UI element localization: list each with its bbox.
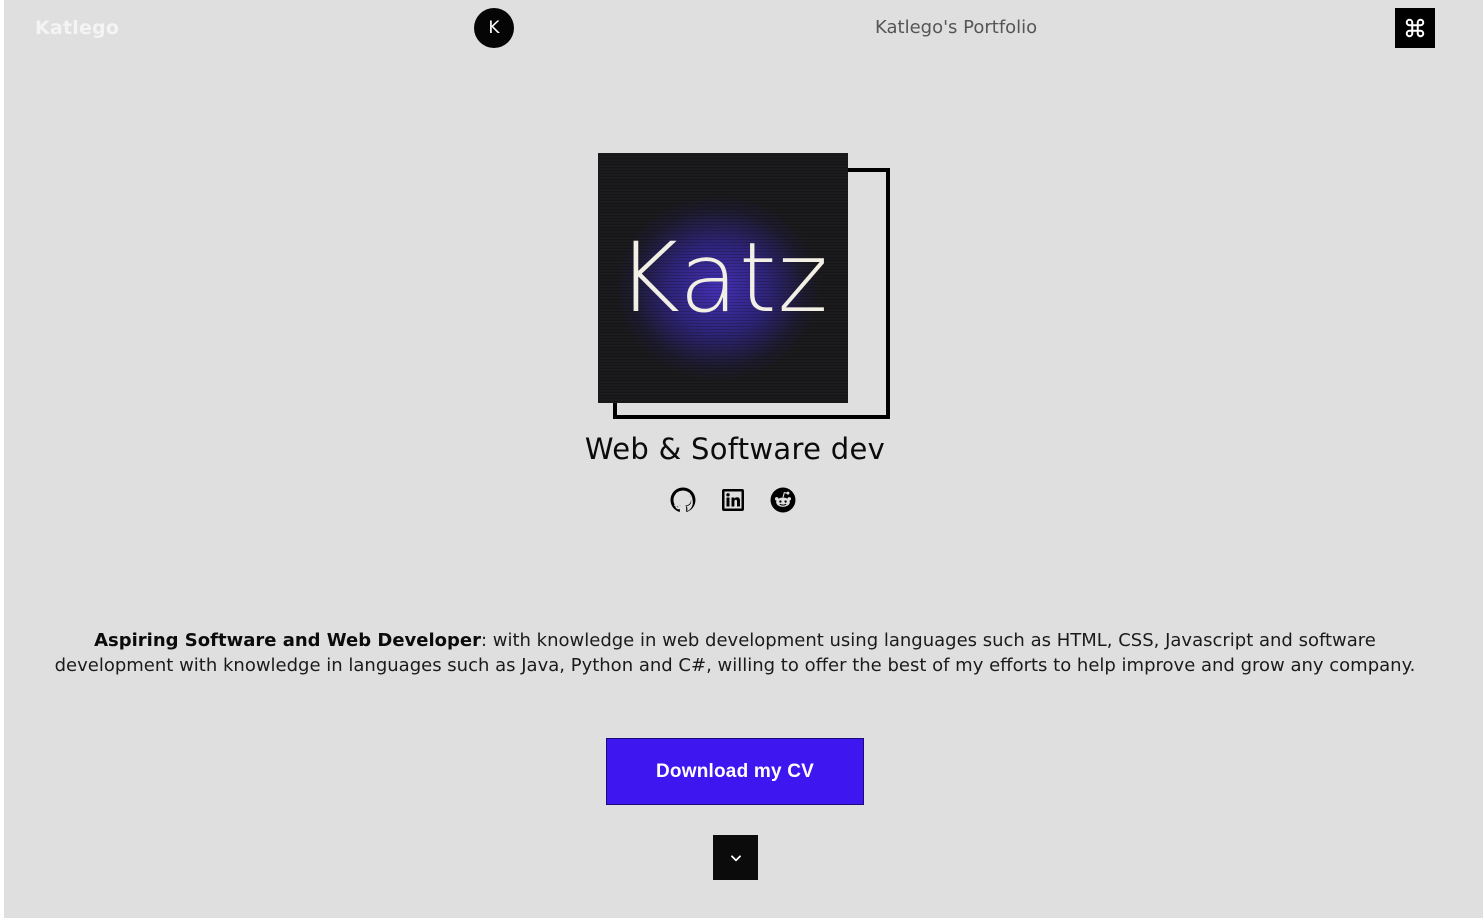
avatar-letter: K <box>488 18 500 38</box>
avatar[interactable]: K <box>474 8 514 48</box>
social-links <box>670 486 796 514</box>
profile-photo: Katz <box>598 153 848 403</box>
download-cv-button[interactable]: Download my CV <box>606 738 864 805</box>
command-icon <box>1405 18 1425 38</box>
linkedin-link[interactable] <box>720 486 746 514</box>
page: Katlego K Katlego's Portfolio Katz Web &… <box>4 0 1483 918</box>
github-link[interactable] <box>670 486 696 514</box>
site-title: Katlego's Portfolio <box>875 17 1038 38</box>
github-icon <box>670 487 696 512</box>
profile-photo-text: Katz <box>616 222 830 334</box>
reddit-icon <box>770 487 796 513</box>
linkedin-icon <box>722 489 744 511</box>
reddit-link[interactable] <box>770 486 796 514</box>
brand-logo-text[interactable]: Katlego <box>35 17 119 39</box>
bio-lead: Aspiring Software and Web Developer <box>94 630 481 651</box>
scroll-down-button[interactable] <box>713 835 758 880</box>
menu-button[interactable] <box>1395 8 1435 48</box>
chevron-down-icon <box>730 854 741 861</box>
bio-paragraph: Aspiring Software and Web Developer: wit… <box>44 628 1426 678</box>
hero-headline: Web & Software dev <box>584 432 886 466</box>
